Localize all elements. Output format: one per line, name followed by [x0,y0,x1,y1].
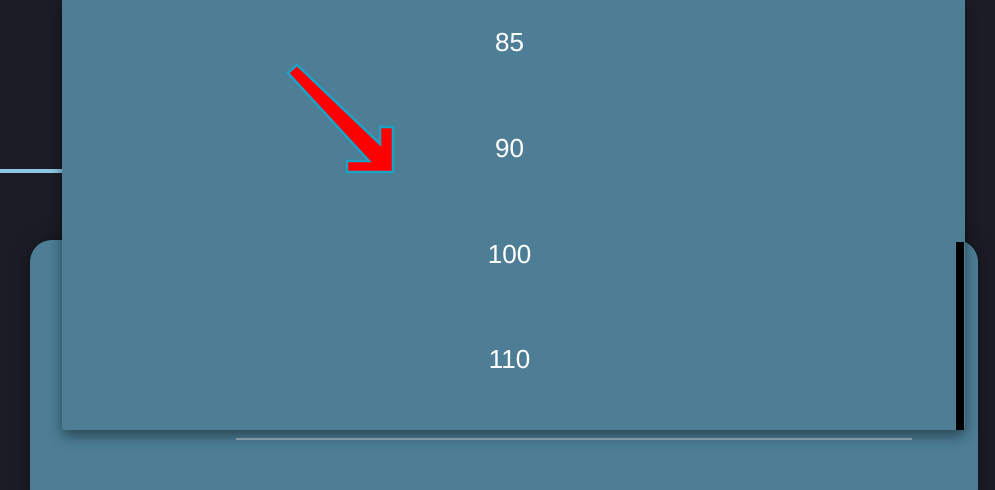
dropdown-option-label: 110 [488,343,531,374]
screen: 85 90 100 110 [0,0,995,490]
tab-indicator-line [0,169,62,173]
select-field-underline [236,438,912,440]
dropdown-option-90[interactable]: 90 [62,96,957,200]
dropdown-option-label: 100 [487,238,532,269]
dropdown-option-label: 85 [495,26,524,57]
dropdown-option-110[interactable]: 110 [62,307,957,411]
background-edge [963,10,995,250]
dropdown-menu: 85 90 100 110 [62,0,965,430]
dropdown-option-label: 90 [495,132,524,163]
dropdown-scrollbar[interactable] [956,242,964,430]
dropdown-option-100[interactable]: 100 [62,202,957,306]
dropdown-option-85[interactable]: 85 [62,0,957,94]
red-arrow-icon [286,63,395,174]
